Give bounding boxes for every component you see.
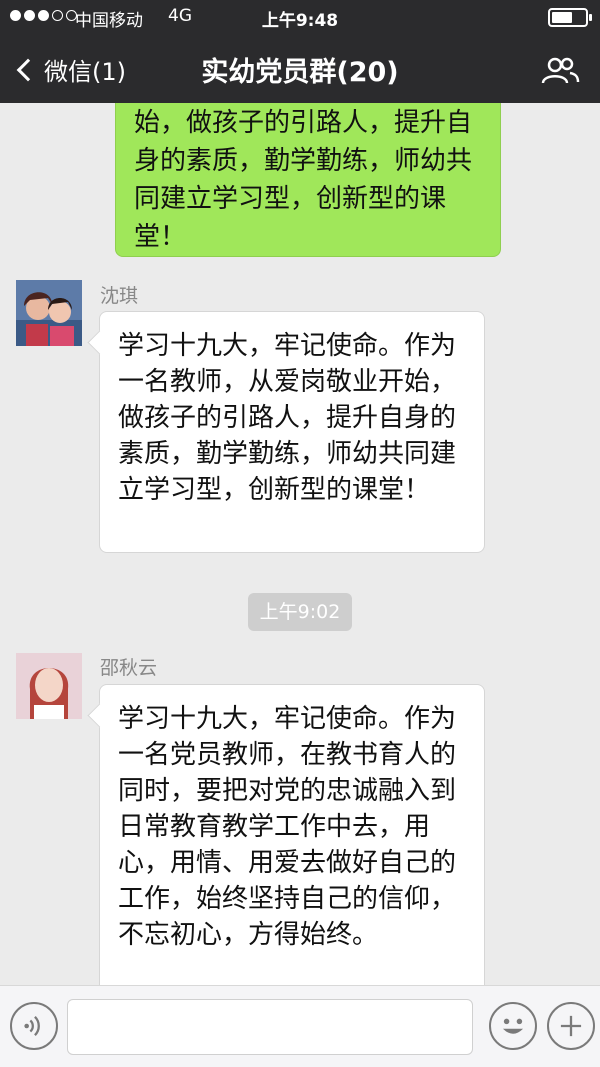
message-bubble[interactable]: 学习十九大，牢记使命。作为一名教师，从爱岗敬业开始，做孩子的引路人，提升自身的素…: [99, 311, 485, 553]
chat-title: 实幼党员群(20): [201, 57, 399, 88]
avatar-shaoqiuyun[interactable]: [16, 653, 82, 719]
avatar-shenqi[interactable]: [16, 280, 82, 346]
status-bar: 中国移动 4G 上午9:48: [0, 0, 600, 34]
battery-icon: [548, 8, 592, 27]
top-bar: 中国移动 4G 上午9:48 微信(1) 实幼党员群(20): [0, 0, 600, 103]
plus-icon[interactable]: [547, 1002, 595, 1050]
message-input[interactable]: [67, 999, 473, 1055]
message-input-bar: [0, 985, 600, 1067]
emoji-icon[interactable]: [489, 1002, 537, 1050]
chat-message-list[interactable]: 始，做孩子的引路人，提升自身的素质，勤学勤练，师幼共同建立学习型，创新型的课堂！…: [0, 103, 600, 985]
sender-name: 邵秋云: [100, 657, 158, 679]
message-timestamp: 上午9:02: [248, 593, 352, 631]
navigation-bar: 微信(1) 实幼党员群(20): [0, 34, 600, 103]
status-time: 上午9:48: [261, 11, 339, 31]
message-bubble[interactable]: 学习十九大，牢记使命。作为一名党员教师，在教书育人的同时，要把对党的忠诚融入到日…: [99, 684, 485, 985]
voice-icon[interactable]: [10, 1002, 58, 1050]
own-message-bubble[interactable]: 始，做孩子的引路人，提升自身的素质，勤学勤练，师幼共同建立学习型，创新型的课堂！: [115, 103, 501, 257]
sender-name: 沈琪: [100, 285, 139, 307]
group-members-icon[interactable]: [540, 56, 580, 84]
